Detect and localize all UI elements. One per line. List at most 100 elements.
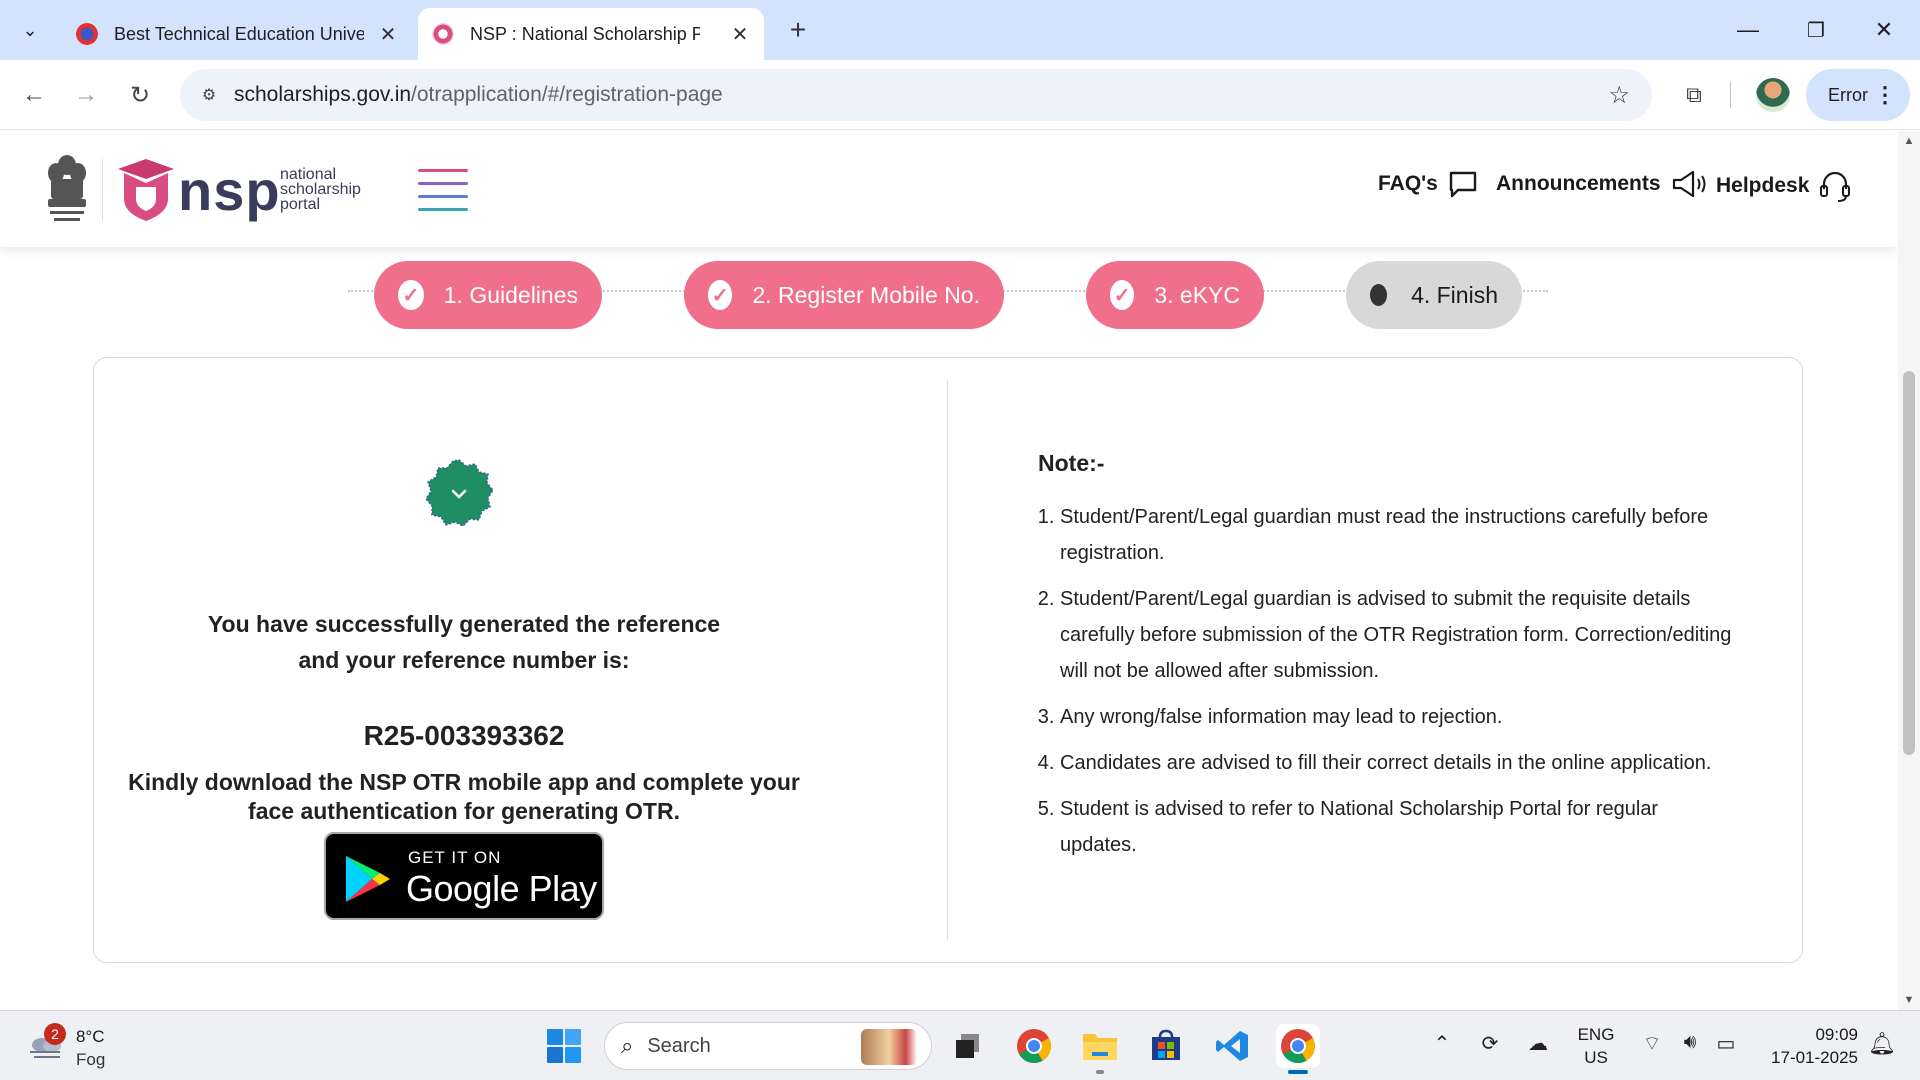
page-content: nsp national scholarship portal FAQ's An…	[0, 131, 1898, 1010]
nsp-wordmark: nsp	[178, 159, 281, 222]
weather-badge: 2	[44, 1023, 66, 1045]
weather-widget[interactable]: 2 8°C Fog	[22, 1019, 142, 1073]
menu-line	[418, 208, 468, 211]
show-hidden-icons-chevron-icon[interactable]: ⌃	[1426, 1031, 1458, 1056]
note-item: Student/Parent/Legal guardian is advised…	[1060, 581, 1738, 689]
step-register-mobile[interactable]: ✓ 2. Register Mobile No.	[684, 261, 1004, 329]
running-indicator	[1096, 1070, 1104, 1074]
google-play-badge-button[interactable]: GET IT ON Google Play	[324, 832, 604, 920]
tab-search-button[interactable]: ⌄	[10, 12, 50, 48]
task-view-icon[interactable]	[946, 1024, 990, 1068]
tagline-line: national	[280, 166, 337, 183]
menu-line	[418, 169, 468, 172]
notification-bell-icon[interactable]: 🔔︎	[1868, 1031, 1896, 1057]
page-scrollbar[interactable]: ▲ ▼	[1898, 131, 1920, 1010]
nsp-favicon-icon	[432, 23, 454, 45]
registration-stepper: ✓ 1. Guidelines ✓ 2. Register Mobile No.…	[0, 255, 1898, 329]
forward-button[interactable]: →	[64, 73, 108, 117]
nsp-cap-logo-icon[interactable]	[118, 159, 174, 223]
megaphone-icon	[1672, 170, 1706, 198]
download-app-message: Kindly download the NSP OTR mobile app a…	[128, 769, 800, 824]
current-step-dot-icon	[1370, 284, 1388, 306]
scrollbar-thumb[interactable]	[1903, 371, 1915, 755]
sync-icon[interactable]: ⟳	[1474, 1031, 1506, 1056]
browser-toolbar: ← → ↻ ⚙ scholarships.gov.in/otrapplicati…	[0, 60, 1920, 130]
onedrive-cloud-icon[interactable]: ☁	[1522, 1031, 1554, 1056]
note-item: Student/Parent/Legal guardian must read …	[1060, 499, 1738, 571]
clock[interactable]: 09:09 17-01-2025	[1746, 1023, 1858, 1069]
new-tab-button[interactable]: +	[780, 12, 816, 48]
nav-label: Helpdesk	[1716, 174, 1810, 197]
chrome-app-icon[interactable]	[1012, 1024, 1056, 1068]
step-finish[interactable]: 4. Finish	[1346, 261, 1522, 329]
reload-button[interactable]: ↻	[118, 73, 162, 117]
step-guidelines[interactable]: ✓ 1. Guidelines	[374, 261, 602, 329]
nav-label: Announcements	[1496, 172, 1661, 195]
back-button[interactable]: ←	[12, 73, 56, 117]
menu-line	[418, 195, 468, 198]
volume-icon[interactable]: 🔊︎	[1674, 1031, 1706, 1054]
check-icon: ✓	[708, 280, 733, 310]
search-icon: ⌕	[621, 1033, 634, 1058]
battery-icon[interactable]: ▭	[1710, 1031, 1742, 1056]
hamburger-menu-button[interactable]	[418, 169, 468, 213]
close-tab-icon[interactable]: ✕	[730, 22, 750, 47]
file-explorer-icon[interactable]	[1078, 1024, 1122, 1074]
badge-store-name: Google Play	[406, 868, 597, 909]
tagline-line: scholarship	[280, 181, 361, 198]
taskbar-search-input[interactable]: ⌕ Search	[604, 1022, 932, 1070]
badge-small-text: GET IT ON	[408, 848, 502, 867]
profile-error-button[interactable]: Error ⋮	[1806, 69, 1910, 121]
notes-section: Note:- Student/Parent/Legal guardian mus…	[1038, 450, 1738, 873]
scroll-up-icon[interactable]: ▲	[1898, 135, 1920, 147]
bookmark-star-icon[interactable]: ☆	[1608, 81, 1630, 110]
clock-date: 17-01-2025	[1771, 1048, 1858, 1067]
google-play-icon	[346, 856, 390, 902]
vscode-icon[interactable]	[1210, 1024, 1254, 1068]
language-indicator[interactable]: ENG US	[1566, 1023, 1626, 1069]
result-card: You have successfully generated the refe…	[93, 357, 1803, 963]
card-divider	[947, 380, 948, 940]
close-window-button[interactable]: ✕	[1864, 14, 1904, 46]
microsoft-store-icon[interactable]	[1144, 1024, 1188, 1068]
profile-avatar[interactable]	[1756, 78, 1790, 112]
tab-nsp[interactable]: NSP : National Scholarship Portal ✕	[418, 8, 764, 60]
success-message: You have successfully generated the refe…	[207, 611, 721, 673]
extensions-button[interactable]: ⧉	[1672, 73, 1716, 117]
lang-code: ENG	[1577, 1025, 1615, 1044]
site-info-icon[interactable]: ⚙	[192, 78, 226, 112]
weather-condition: Fog	[76, 1050, 106, 1069]
weather-temp: 8°C	[76, 1027, 105, 1046]
tab-title: NSP : National Scholarship Portal	[470, 23, 700, 44]
running-indicator	[1288, 1070, 1308, 1074]
wifi-icon[interactable]: ⌔	[1636, 1031, 1668, 1056]
verified-seal-icon	[425, 459, 494, 527]
step-ekyc[interactable]: ✓ 3. eKYC	[1086, 261, 1264, 329]
nsp-tagline: national scholarship portal	[280, 166, 361, 213]
url-host: scholarships.gov.in	[234, 83, 412, 106]
scroll-down-icon[interactable]: ▼	[1898, 994, 1920, 1006]
step-label: 1. Guidelines	[443, 281, 578, 308]
tab-best-technical[interactable]: Best Technical Education University ✕	[62, 8, 412, 60]
restore-button[interactable]: ❐	[1796, 14, 1836, 46]
tab-title: Best Technical Education University	[114, 23, 364, 44]
nav-helpdesk[interactable]: Helpdesk	[1716, 169, 1851, 203]
chevron-down-icon: ⌄	[22, 19, 38, 40]
windows-start-icon[interactable]	[546, 1028, 582, 1064]
headset-icon	[1820, 171, 1851, 202]
step-label: 2. Register Mobile No.	[752, 281, 980, 308]
site-header: nsp national scholarship portal FAQ's An…	[0, 131, 1898, 247]
address-bar[interactable]: ⚙ scholarships.gov.in/otrapplication/#/r…	[180, 69, 1652, 121]
more-menu-icon[interactable]: ⋮	[1874, 82, 1896, 108]
close-tab-icon[interactable]: ✕	[378, 22, 398, 47]
note-item: Candidates are advised to fill their cor…	[1060, 745, 1738, 781]
note-item: Student is advised to refer to National …	[1060, 791, 1738, 863]
arrow-right-icon: →	[74, 81, 98, 108]
arrow-left-icon: ←	[22, 81, 46, 108]
minimize-button[interactable]: —	[1728, 14, 1768, 46]
search-highlight-image	[861, 1029, 917, 1065]
nav-faqs[interactable]: FAQ's	[1378, 169, 1478, 199]
nav-announcements[interactable]: Announcements	[1496, 169, 1709, 199]
chrome-active-app-icon[interactable]	[1276, 1024, 1320, 1074]
puzzle-icon: ⧉	[1686, 82, 1702, 107]
